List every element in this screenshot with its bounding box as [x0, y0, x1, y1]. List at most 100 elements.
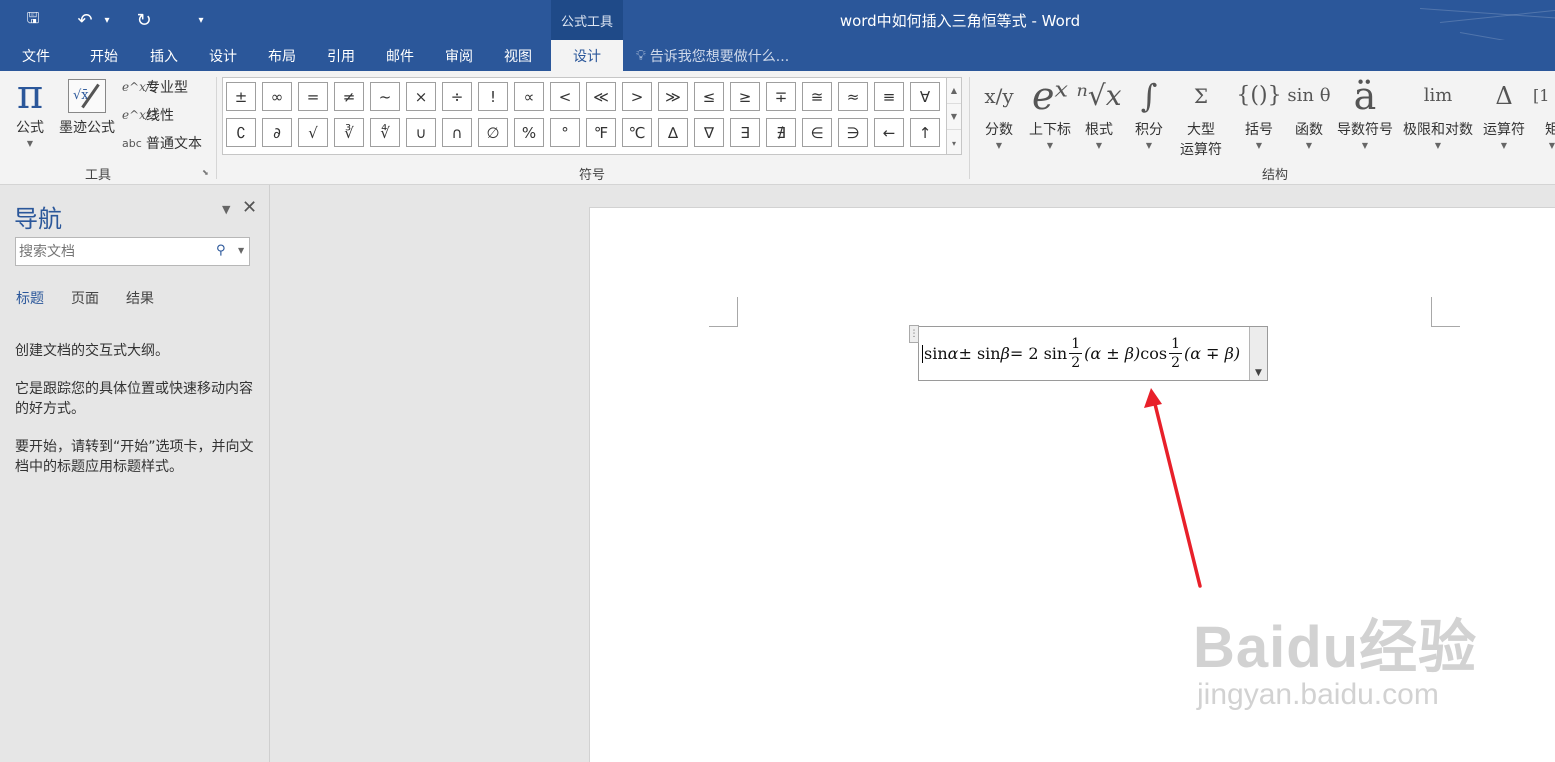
undo-icon[interactable]: ↶ [74, 8, 96, 32]
symbol-button[interactable]: ∄ [766, 118, 796, 147]
symbol-button[interactable]: ∋ [838, 118, 868, 147]
equation-button[interactable]: π 公式 ▼ [8, 75, 52, 148]
chevron-down-icon: ▼ [1046, 141, 1054, 150]
gallery-up-icon[interactable]: ▲ [947, 78, 961, 104]
symbol-button[interactable]: ≅ [802, 82, 832, 111]
equation-content[interactable]: sin α ± sin β = 2 sin 1 2 (α ± β) cos 1 … [922, 327, 1240, 380]
structure-button[interactable]: Σ 大型 运算符 [1172, 75, 1230, 159]
equation-container[interactable]: ⋮ sin α ± sin β = 2 sin 1 2 (α ± β) cos … [909, 325, 1268, 381]
crop-mark [737, 297, 738, 326]
structure-button[interactable]: ∫ 积分 ▼ [1126, 75, 1172, 150]
structure-button[interactable]: {()} 括号 ▼ [1236, 75, 1282, 151]
symbol-button[interactable]: ~ [370, 82, 400, 111]
tab-references[interactable]: 引用 [317, 40, 365, 71]
structure-button[interactable]: eˣ 上下标 ▼ [1024, 75, 1076, 150]
symbol-button[interactable]: ≫ [658, 82, 688, 111]
symbol-button[interactable]: ∀ [910, 82, 940, 111]
tab-layout[interactable]: 布局 [258, 40, 306, 71]
watermark: Baidu经验 jingyan.baidu.com [1193, 600, 1477, 712]
structure-button[interactable]: [1 0] 矩 ▼ [1532, 75, 1555, 151]
structure-button[interactable]: x/y 分数 ▼ [980, 75, 1018, 150]
equation-drag-handle[interactable]: ⋮ [909, 325, 919, 343]
chevron-down-icon[interactable]: ▼ [238, 246, 244, 255]
symbol-button[interactable]: ∞ [262, 82, 292, 111]
symbol-button[interactable]: ° [550, 118, 580, 147]
equation-options-dropdown-icon[interactable]: ▼ [1249, 327, 1267, 380]
symbol-button[interactable]: ∁ [226, 118, 256, 147]
tab-mailings[interactable]: 邮件 [376, 40, 424, 71]
tab-design[interactable]: 设计 [199, 40, 247, 71]
structure-button[interactable]: sin θ 函数 ▼ [1286, 75, 1332, 151]
nav-tab-pages[interactable]: 页面 [71, 288, 99, 308]
symbol-button[interactable]: ← [874, 118, 904, 147]
save-icon[interactable]: 🖫 [20, 8, 46, 32]
symbol-button[interactable]: ∩ [442, 118, 472, 147]
symbol-button[interactable]: × [406, 82, 436, 111]
symbol-button[interactable]: ↑ [910, 118, 940, 147]
structure-label: 运算符 [1483, 122, 1525, 138]
tell-me-box[interactable]: 💡︎ 告诉我您想要做什么... [636, 40, 789, 71]
symbol-button[interactable]: ! [478, 82, 508, 111]
tab-review[interactable]: 审阅 [435, 40, 483, 71]
tab-view[interactable]: 视图 [494, 40, 542, 71]
normal-text-button[interactable]: abc 普通文本 [122, 132, 202, 154]
structure-icon: sin θ [1287, 85, 1331, 106]
linear-button[interactable]: e^x/2 线性 [122, 104, 174, 126]
symbol-button[interactable]: = [298, 82, 328, 111]
nav-options-icon[interactable]: ▼ [222, 203, 230, 216]
structure-label: 上下标 [1029, 122, 1071, 138]
gallery-more-icon[interactable]: ▾ [947, 130, 961, 156]
symbol-button[interactable]: ∜ [370, 118, 400, 147]
structure-button[interactable]: lim 极限和对数 ▼ [1398, 75, 1478, 151]
symbol-button[interactable]: ∃ [730, 118, 760, 147]
structure-button[interactable]: Δ 运算符 ▼ [1478, 75, 1530, 150]
symbol-button[interactable]: ∈ [802, 118, 832, 147]
professional-format-icon: e^x/2 [122, 80, 158, 94]
undo-dropdown-icon[interactable]: ▾ [100, 8, 114, 32]
redo-icon[interactable]: ↻ [132, 8, 156, 32]
symbol-button[interactable]: ± [226, 82, 256, 111]
search-icon[interactable]: ⚲ [216, 243, 226, 258]
symbol-button[interactable]: ≠ [334, 82, 364, 111]
symbol-button[interactable]: ∪ [406, 118, 436, 147]
structure-button[interactable]: ä 导数符号 ▼ [1334, 75, 1396, 150]
symbol-button[interactable]: > [622, 82, 652, 111]
symbol-button[interactable]: ∓ [766, 82, 796, 111]
symbol-button[interactable]: ≥ [730, 82, 760, 111]
search-input[interactable] [16, 238, 206, 265]
symbol-button[interactable]: ∅ [478, 118, 508, 147]
tab-home[interactable]: 开始 [80, 40, 128, 71]
abc-icon: abc [122, 136, 142, 150]
professional-button[interactable]: e^x/2 专业型 [122, 76, 188, 98]
symbol-button[interactable]: √ [298, 118, 328, 147]
close-icon[interactable]: ✕ [242, 197, 257, 218]
gallery-down-icon[interactable]: ▼ [947, 104, 961, 130]
symbol-button[interactable]: ∝ [514, 82, 544, 111]
eq-fraction: 1 2 [1069, 335, 1083, 372]
symbol-button[interactable]: ∆ [658, 118, 688, 147]
dialog-launcher-icon[interactable]: ⬊ [202, 168, 209, 177]
symbol-button[interactable]: % [514, 118, 544, 147]
tab-insert[interactable]: 插入 [140, 40, 188, 71]
symbol-button[interactable]: ≡ [874, 82, 904, 111]
symbol-button[interactable]: < [550, 82, 580, 111]
tab-equation-design[interactable]: 设计 [551, 40, 623, 71]
symbol-gallery: ± ∞ = ≠ ~ × ÷! ∝ < ≪ > ≫ ≤ ≥ ∓ ≅ ≈ ≡ ∀ ∁ ∂ √ ∛ ∜ ∪ ∩ ∅% ° ℉ ℃ ∆ ∇ ∃ ∄ ∈ ∋ ← ↑ [222, 77, 948, 155]
symbol-button[interactable]: ≪ [586, 82, 616, 111]
symbol-button[interactable]: ≤ [694, 82, 724, 111]
tab-file[interactable]: 文件 [0, 40, 72, 71]
ink-equation-button[interactable]: √x̄ 墨迹公式 [55, 75, 119, 137]
symbol-button[interactable]: ∛ [334, 118, 364, 147]
symbol-button[interactable]: ÷ [442, 82, 472, 111]
customize-quick-access-icon[interactable]: ▾ [194, 8, 208, 32]
nav-tab-results[interactable]: 结果 [126, 288, 154, 308]
structure-button[interactable]: ⁿ√x 根式 ▼ [1076, 75, 1122, 151]
symbol-button[interactable]: ≈ [838, 82, 868, 111]
structure-icon: [1 0] [1533, 86, 1555, 105]
symbol-button[interactable]: ∂ [262, 118, 292, 147]
group-label-symbols: 符号 [578, 168, 605, 183]
nav-tab-headings[interactable]: 标题 [16, 288, 44, 308]
symbol-button[interactable]: ∇ [694, 118, 724, 147]
symbol-button[interactable]: ℉ [586, 118, 616, 147]
symbol-button[interactable]: ℃ [622, 118, 652, 147]
